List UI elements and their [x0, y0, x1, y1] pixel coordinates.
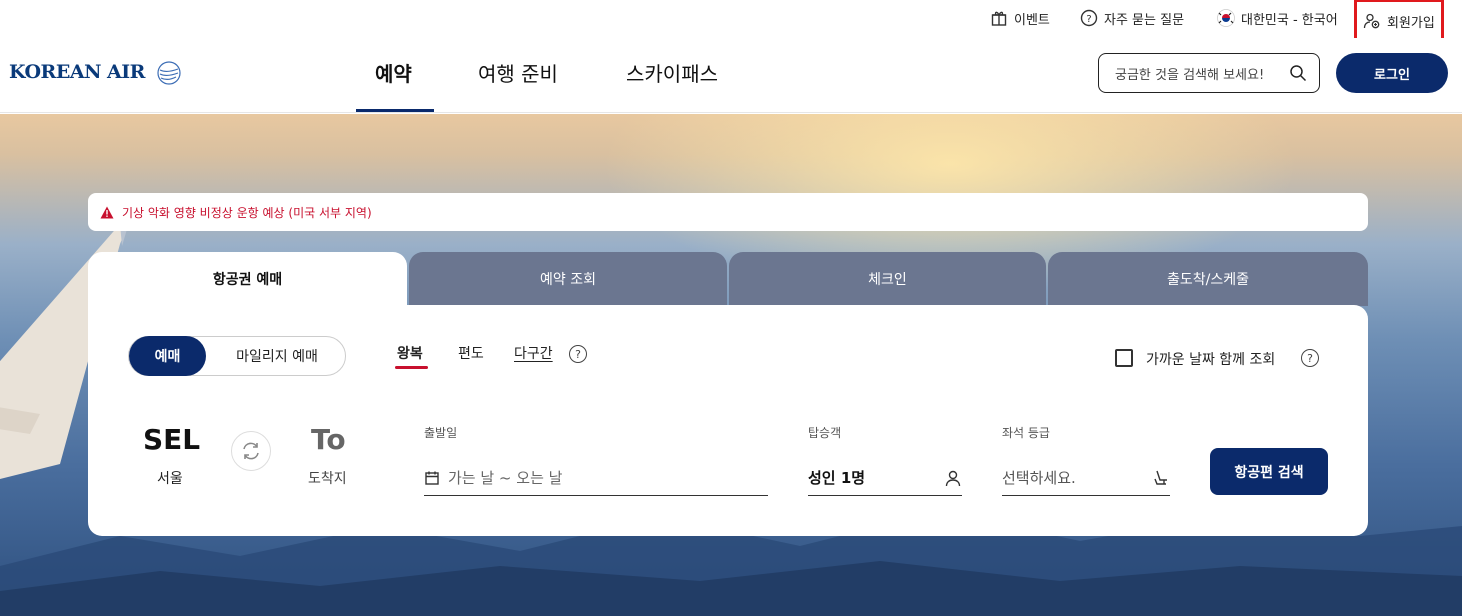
notice-text: 기상 악화 영향 비정상 운항 예상 (미국 서부 지역)	[122, 205, 372, 220]
login-button[interactable]: 로그인	[1336, 53, 1448, 93]
seat-class-label: 좌석 등급	[1002, 426, 1050, 440]
tab-ticket-booking[interactable]: 항공권 예매	[88, 252, 407, 306]
nav-active-indicator	[356, 109, 434, 112]
event-link[interactable]: 이벤트	[990, 6, 1050, 30]
logo-text: KOREAN AIR	[9, 61, 145, 83]
nearby-dates-label: 가까운 날짜 함께 조회	[1146, 352, 1276, 368]
region-label: 대한민국 - 한국어	[1241, 12, 1338, 28]
nearby-dates-checkbox[interactable]	[1115, 349, 1133, 367]
signup-label: 회원가입	[1387, 15, 1435, 31]
tab-flight-status[interactable]: 출도착/스케줄	[1048, 252, 1368, 306]
destination-code[interactable]: To	[311, 423, 346, 456]
trip-round[interactable]: 왕복	[397, 343, 423, 363]
origin-city: 서울	[157, 471, 183, 487]
booking-type-toggle: 예매 마일리지 예매	[128, 336, 346, 376]
passenger-label: 탑승객	[808, 426, 842, 440]
booking-panel: 예매 마일리지 예매 왕복 편도 다구간 ? 가까운 날짜 함께 조회 ? SE…	[88, 305, 1368, 536]
passenger-value: 성인 1명	[808, 469, 866, 487]
tab-check-in[interactable]: 체크인	[729, 252, 1046, 306]
destination-city: 도착지	[308, 471, 347, 487]
multicity-help-icon[interactable]: ?	[569, 345, 587, 363]
date-placeholder: 가는 날 ~ 오는 날	[448, 469, 563, 487]
warning-icon	[100, 206, 114, 218]
date-range-field[interactable]: 가는 날 ~ 오는 날	[424, 460, 768, 496]
korea-flag-icon	[1217, 9, 1235, 27]
trip-oneway[interactable]: 편도	[458, 343, 484, 363]
person-icon	[945, 470, 961, 486]
gift-icon	[991, 11, 1007, 26]
weather-notice[interactable]: 기상 악화 영향 비정상 운항 예상 (미국 서부 지역)	[88, 193, 1368, 231]
region-selector[interactable]: 대한민국 - 한국어	[1217, 6, 1338, 30]
search-icon	[1290, 65, 1307, 82]
seat-class-placeholder: 선택하세요.	[1002, 469, 1076, 487]
korean-air-logo[interactable]: KOREAN AIR	[9, 58, 183, 86]
nav-booking[interactable]: 예약	[375, 58, 412, 87]
nearby-help-icon[interactable]: ?	[1301, 349, 1319, 367]
user-add-icon	[1363, 13, 1380, 29]
toggle-regular-booking[interactable]: 예매	[129, 336, 206, 376]
svg-text:?: ?	[1086, 14, 1091, 25]
toggle-mileage-booking[interactable]: 마일리지 예매	[209, 337, 345, 375]
site-search-input[interactable]: 궁금한 것을 검색해 보세요!	[1098, 53, 1320, 93]
main-header: KOREAN AIR 예약 여행 준비 스카이패스 궁금한 것을 검색해 보세요…	[0, 38, 1462, 113]
tab-reservation-lookup[interactable]: 예약 조회	[409, 252, 727, 306]
signup-link[interactable]: 회원가입	[1354, 0, 1444, 43]
trip-multicity[interactable]: 다구간	[514, 343, 553, 363]
swap-route-button[interactable]	[231, 431, 271, 471]
seat-class-field[interactable]: 선택하세요.	[1002, 460, 1170, 496]
question-icon: ?	[1080, 9, 1098, 27]
faq-link[interactable]: ? 자주 묻는 질문	[1080, 6, 1184, 30]
event-label: 이벤트	[1014, 12, 1050, 28]
origin-code[interactable]: SEL	[143, 423, 200, 456]
nav-travel-prep[interactable]: 여행 준비	[478, 58, 558, 87]
calendar-icon	[425, 471, 439, 485]
departure-date-label: 출발일	[424, 426, 458, 440]
taeguk-emblem-icon	[157, 61, 181, 85]
utility-bar: 이벤트 ? 자주 묻는 질문 대한민국 - 한국어 회원가입	[0, 0, 1462, 43]
seat-icon	[1154, 470, 1167, 485]
passenger-field[interactable]: 성인 1명	[808, 460, 962, 496]
trip-active-indicator	[395, 366, 428, 369]
nav-skypass[interactable]: 스카이패스	[626, 58, 718, 87]
search-placeholder: 궁금한 것을 검색해 보세요!	[1115, 67, 1265, 83]
flight-search-button[interactable]: 항공편 검색	[1210, 448, 1328, 495]
faq-label: 자주 묻는 질문	[1104, 12, 1185, 28]
swap-icon	[243, 442, 259, 460]
